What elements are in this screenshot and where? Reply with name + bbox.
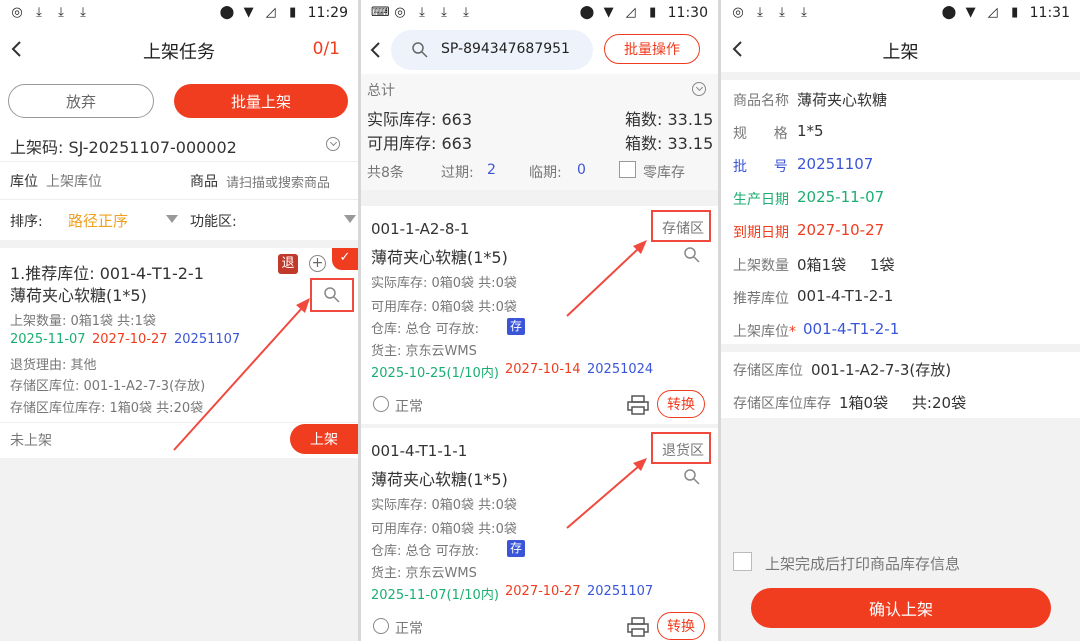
storage-location-value: 001-1-A2-7-3(存放) (811, 361, 952, 379)
spec-label: 规 格 (733, 126, 788, 142)
status-time: 11:31 (1029, 5, 1070, 21)
expiry-date-label: 到期日期 (733, 225, 789, 241)
battery-icon: ▮ (1011, 5, 1019, 20)
product-info: 商品名称 薄荷夹心软糖 规 格 1*5 批 号 20251107 生产日期 20… (721, 80, 1080, 344)
production-date-label: 生产日期 (733, 192, 789, 208)
gps-icon: ⬤ (941, 5, 957, 20)
download-icon: ⤓ (757, 5, 763, 20)
signal-icon: ◿ (987, 5, 998, 20)
batch-value: 20251107 (797, 155, 874, 173)
annotation-arrows (566, 240, 647, 529)
production-date-value: 2025-11-07 (797, 188, 885, 206)
product-name-label: 商品名称 (733, 93, 789, 109)
download-icon: ⤓ (779, 5, 785, 20)
download-icon: ⤓ (801, 5, 807, 20)
product-name-value: 薄荷夹心软糖 (797, 91, 888, 109)
confirm-putaway-button[interactable]: 确认上架 (751, 588, 1051, 628)
spec-value: 1*5 (797, 122, 824, 140)
recommended-location-label: 推荐库位 (733, 291, 789, 307)
putaway-location-input[interactable]: 001-4-T1-2-1 (803, 320, 899, 338)
page-title: 上架 (882, 42, 919, 63)
header: 上架 (721, 26, 1080, 72)
putaway-qty-label: 上架数量 (733, 258, 789, 274)
putaway-location-label: 上架库位* (733, 324, 796, 340)
status-bar: ◎ ⤓ ⤓ ⤓ ⬤ ▼ ◿ ▮ 11:31 (721, 0, 1080, 26)
expiry-date-value: 2027-10-27 (797, 221, 885, 239)
screen-putaway-detail: ◎ ⤓ ⤓ ⤓ ⬤ ▼ ◿ ▮ 11:31 上架 商品名称 薄荷夹心软糖 规 格… (721, 0, 1080, 641)
print-label: 上架完成后打印商品库存信息 (765, 555, 961, 573)
annotation-arrow (173, 298, 310, 451)
batch-label: 批 号 (733, 159, 788, 175)
putaway-qty-value: 0箱1袋 1袋 (797, 256, 895, 274)
recommended-location-value: 001-4-T1-2-1 (797, 287, 894, 305)
print-checkbox[interactable] (733, 552, 752, 571)
screen-inventory-search: ⌨ ◎ ⤓ ⤓ ⤓ ⬤ ▼ ◿ ▮ 11:30 SP-894347687951 … (361, 0, 718, 641)
storage-location-label: 存储区库位 (733, 363, 803, 379)
storage-stock-value: 1箱0袋 共:20袋 (839, 394, 967, 412)
wifi-icon: ▼ (965, 5, 976, 20)
screen-putaway-task: ◎ ⤓ ⤓ ⤓ ⬤ ▼ ◿ ▮ 11:29 上架任务 0/1 放弃 批量上架 上… (0, 0, 358, 641)
storage-stock-label: 存储区库位库存 (733, 396, 831, 412)
storage-info: 存储区库位 001-1-A2-7-3(存放) 存储区库位库存 1箱0袋 共:20… (721, 352, 1080, 418)
location-icon: ◎ (732, 5, 744, 20)
